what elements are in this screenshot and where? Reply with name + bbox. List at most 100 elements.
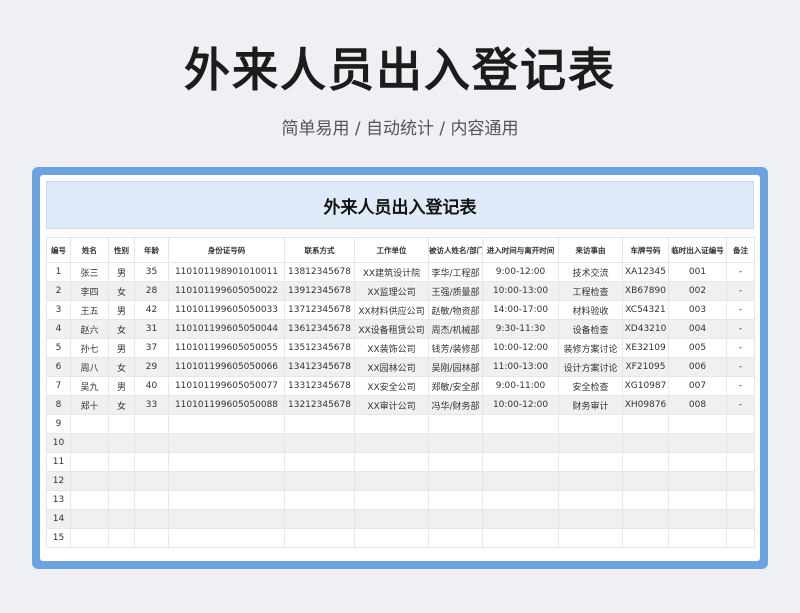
table-cell[interactable] <box>168 433 285 453</box>
table-cell[interactable]: 008 <box>668 395 727 415</box>
table-cell[interactable]: 13712345678 <box>284 300 355 320</box>
table-cell[interactable]: 赵六 <box>70 319 109 339</box>
table-cell[interactable]: 郑敏/安全部 <box>428 376 483 396</box>
table-cell[interactable]: 9:30-11:30 <box>482 319 559 339</box>
table-cell[interactable] <box>168 414 285 434</box>
table-cell[interactable]: XD43210 <box>622 319 669 339</box>
table-cell[interactable]: - <box>726 376 755 396</box>
table-cell[interactable] <box>558 509 623 529</box>
table-cell[interactable]: 10 <box>46 433 71 453</box>
table-cell[interactable]: XX装饰公司 <box>354 338 429 358</box>
table-cell[interactable] <box>482 452 559 472</box>
table-cell[interactable]: 赵敏/物资部 <box>428 300 483 320</box>
table-cell[interactable] <box>70 414 109 434</box>
table-cell[interactable]: 王强/质量部 <box>428 281 483 301</box>
table-cell[interactable]: 1 <box>46 262 71 282</box>
table-cell[interactable]: 13612345678 <box>284 319 355 339</box>
table-cell[interactable]: 安全检查 <box>558 376 623 396</box>
table-cell[interactable] <box>354 528 429 548</box>
table-cell[interactable]: 4 <box>46 319 71 339</box>
table-cell[interactable] <box>354 433 429 453</box>
table-cell[interactable] <box>134 471 169 491</box>
table-cell[interactable]: 110101199605050044 <box>168 319 285 339</box>
table-cell[interactable]: 9 <box>46 414 71 434</box>
table-cell[interactable]: 技术交流 <box>558 262 623 282</box>
table-cell[interactable] <box>134 528 169 548</box>
table-cell[interactable]: 孙七 <box>70 338 109 358</box>
table-cell[interactable] <box>70 433 109 453</box>
table-cell[interactable]: 11:00-13:00 <box>482 357 559 377</box>
table-cell[interactable] <box>108 490 135 510</box>
table-cell[interactable]: XF21095 <box>622 357 669 377</box>
table-cell[interactable]: 设计方案讨论 <box>558 357 623 377</box>
table-cell[interactable]: 李四 <box>70 281 109 301</box>
table-cell[interactable] <box>622 490 669 510</box>
table-cell[interactable]: 王五 <box>70 300 109 320</box>
table-cell[interactable]: 6 <box>46 357 71 377</box>
table-cell[interactable]: XC54321 <box>622 300 669 320</box>
table-cell[interactable]: 郑十 <box>70 395 109 415</box>
table-cell[interactable]: 周八 <box>70 357 109 377</box>
table-cell[interactable] <box>558 452 623 472</box>
table-cell[interactable] <box>622 509 669 529</box>
table-cell[interactable]: 006 <box>668 357 727 377</box>
table-cell[interactable]: 吴刚/园林部 <box>428 357 483 377</box>
table-cell[interactable]: 110101199605050055 <box>168 338 285 358</box>
table-cell[interactable]: 40 <box>134 376 169 396</box>
table-cell[interactable]: 110101199605050022 <box>168 281 285 301</box>
table-cell[interactable]: XX安全公司 <box>354 376 429 396</box>
table-cell[interactable]: 男 <box>108 338 135 358</box>
table-cell[interactable]: XA12345 <box>622 262 669 282</box>
table-cell[interactable]: XB67890 <box>622 281 669 301</box>
table-cell[interactable] <box>668 509 727 529</box>
table-cell[interactable]: 110101199605050033 <box>168 300 285 320</box>
table-cell[interactable] <box>354 414 429 434</box>
table-cell[interactable] <box>726 452 755 472</box>
table-cell[interactable] <box>354 452 429 472</box>
table-cell[interactable] <box>622 471 669 491</box>
table-cell[interactable]: 10:00-12:00 <box>482 395 559 415</box>
table-cell[interactable]: 14:00-17:00 <box>482 300 559 320</box>
table-cell[interactable] <box>558 433 623 453</box>
table-cell[interactable] <box>726 471 755 491</box>
table-cell[interactable] <box>558 414 623 434</box>
table-cell[interactable]: 9:00-11:00 <box>482 376 559 396</box>
table-cell[interactable] <box>668 490 727 510</box>
table-cell[interactable] <box>622 433 669 453</box>
table-cell[interactable] <box>284 471 355 491</box>
table-cell[interactable] <box>70 528 109 548</box>
table-cell[interactable]: 33 <box>134 395 169 415</box>
table-cell[interactable] <box>726 509 755 529</box>
table-cell[interactable] <box>108 509 135 529</box>
table-cell[interactable] <box>428 471 483 491</box>
table-cell[interactable]: 11 <box>46 452 71 472</box>
table-cell[interactable] <box>284 452 355 472</box>
table-cell[interactable]: XG10987 <box>622 376 669 396</box>
table-cell[interactable]: 13 <box>46 490 71 510</box>
table-cell[interactable] <box>428 452 483 472</box>
table-cell[interactable]: 周杰/机械部 <box>428 319 483 339</box>
table-cell[interactable] <box>558 490 623 510</box>
table-cell[interactable]: 003 <box>668 300 727 320</box>
table-cell[interactable]: 110101199605050077 <box>168 376 285 396</box>
table-cell[interactable]: 001 <box>668 262 727 282</box>
table-cell[interactable]: 31 <box>134 319 169 339</box>
table-cell[interactable]: 男 <box>108 262 135 282</box>
table-cell[interactable] <box>726 490 755 510</box>
table-cell[interactable]: 004 <box>668 319 727 339</box>
table-cell[interactable]: 李华/工程部 <box>428 262 483 282</box>
table-cell[interactable] <box>428 490 483 510</box>
table-cell[interactable]: 3 <box>46 300 71 320</box>
table-cell[interactable] <box>108 528 135 548</box>
table-cell[interactable] <box>108 433 135 453</box>
table-cell[interactable]: 13212345678 <box>284 395 355 415</box>
table-cell[interactable] <box>70 452 109 472</box>
table-cell[interactable] <box>354 471 429 491</box>
table-cell[interactable] <box>558 471 623 491</box>
table-cell[interactable] <box>726 433 755 453</box>
table-cell[interactable]: 张三 <box>70 262 109 282</box>
table-cell[interactable] <box>668 433 727 453</box>
table-cell[interactable]: 材料验收 <box>558 300 623 320</box>
table-cell[interactable]: 女 <box>108 395 135 415</box>
table-cell[interactable] <box>168 490 285 510</box>
